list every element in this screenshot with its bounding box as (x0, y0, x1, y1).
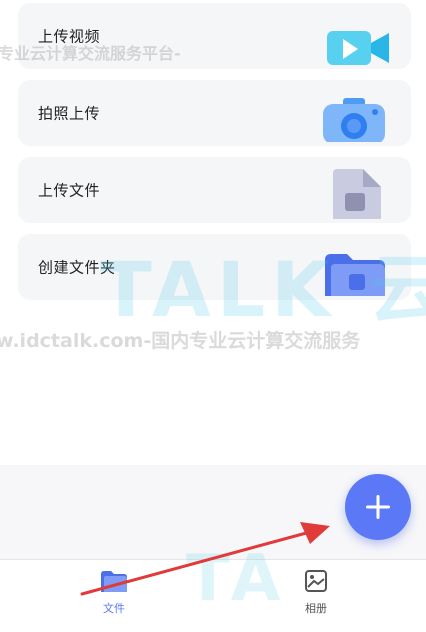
folder-icon (325, 252, 385, 300)
watermark-text-middle: w.idctalk.com-国内专业云计算交流服务 (0, 330, 361, 352)
album-icon (305, 570, 327, 592)
tab-files[interactable]: 文件 (84, 570, 144, 622)
plus-icon (366, 495, 390, 519)
take-photo-label: 拍照上传 (38, 104, 101, 123)
add-button[interactable] (345, 474, 411, 540)
upload-file-label: 上传文件 (38, 181, 101, 200)
file-icon (329, 169, 381, 223)
upload-video-button[interactable]: 上传视频 (18, 3, 411, 69)
take-photo-button[interactable]: 拍照上传 (18, 80, 411, 146)
create-folder-label: 创建文件夹 (38, 258, 116, 277)
camera-icon (323, 96, 385, 146)
tab-album-label: 相册 (305, 602, 327, 615)
bottom-tab-bar: 文件 相册 TA (0, 542, 426, 632)
create-folder-button[interactable]: 创建文件夹 (18, 234, 411, 300)
video-icon (325, 25, 391, 69)
upload-file-button[interactable]: 上传文件 (18, 157, 411, 223)
folder-tab-icon (101, 571, 127, 592)
tab-album[interactable]: 相册 (286, 570, 346, 622)
upload-menu-sheet: 上传视频 拍照上传 上传文件 创建文件夹 专业云计算交流服务平台- TALK 云… (0, 0, 426, 465)
tab-files-label: 文件 (103, 602, 125, 615)
upload-video-label: 上传视频 (38, 27, 101, 46)
